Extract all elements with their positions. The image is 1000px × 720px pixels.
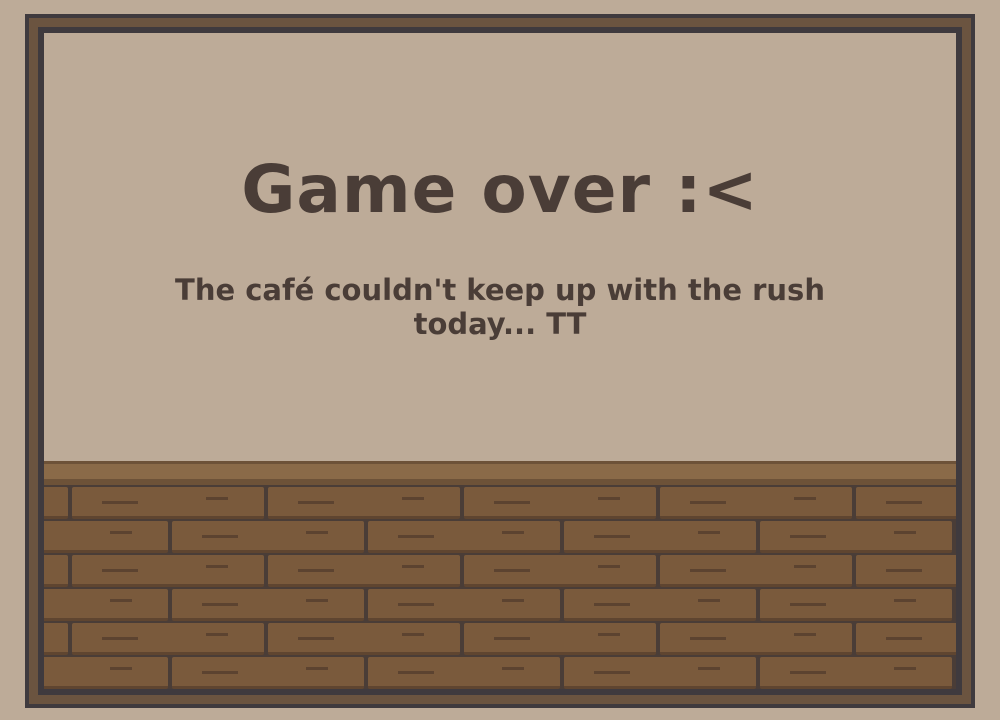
floor-plank — [368, 657, 560, 689]
floor-plank — [660, 555, 852, 587]
floor-plank — [72, 487, 264, 519]
wood-grain — [690, 501, 726, 504]
wood-grain — [598, 497, 620, 500]
floor-plank — [44, 657, 168, 689]
floor-plank — [268, 555, 460, 587]
wood-grain — [790, 671, 826, 674]
wood-grain — [894, 599, 916, 602]
floor-plank — [564, 657, 756, 689]
wood-grain — [886, 569, 922, 572]
wood-grain — [494, 501, 530, 504]
wood-grain — [494, 637, 530, 640]
cafe-room: Game over :< The café couldn't keep up w… — [44, 33, 956, 689]
wood-grain — [502, 667, 524, 670]
wood-grain — [598, 565, 620, 568]
floor-plank — [368, 589, 560, 621]
wood-grain — [202, 535, 238, 538]
floor-plank — [856, 623, 956, 655]
floor-plank — [72, 555, 264, 587]
floor-plank — [44, 555, 68, 587]
floor-plank — [172, 589, 364, 621]
wood-grain — [794, 497, 816, 500]
wood-grain — [110, 531, 132, 534]
floor-plank — [464, 555, 656, 587]
floor-plank — [44, 589, 168, 621]
game-screen: Game over :< The café couldn't keep up w… — [0, 0, 1000, 720]
wood-grain — [202, 671, 238, 674]
wood-grain — [298, 569, 334, 572]
wall-baseboard — [44, 461, 956, 485]
wood-grain — [110, 667, 132, 670]
cafe-wall — [44, 33, 956, 461]
wood-grain — [598, 633, 620, 636]
floor-plank — [660, 623, 852, 655]
wooden-floor — [44, 485, 956, 689]
wood-grain — [102, 637, 138, 640]
wood-grain — [698, 667, 720, 670]
wood-grain — [698, 531, 720, 534]
wood-grain — [102, 501, 138, 504]
wood-grain — [690, 569, 726, 572]
wood-grain — [110, 599, 132, 602]
floor-plank — [44, 521, 168, 553]
wood-grain — [698, 599, 720, 602]
wood-grain — [398, 603, 434, 606]
wood-grain — [894, 667, 916, 670]
floor-plank — [268, 487, 460, 519]
wood-grain — [398, 535, 434, 538]
floor-plank — [760, 521, 952, 553]
floor-plank — [564, 521, 756, 553]
wood-grain — [298, 637, 334, 640]
wood-grain — [402, 497, 424, 500]
game-over-title: Game over :< — [241, 151, 759, 228]
wood-grain — [790, 535, 826, 538]
wood-grain — [886, 501, 922, 504]
wood-grain — [594, 603, 630, 606]
floor-plank — [44, 487, 68, 519]
wood-grain — [402, 565, 424, 568]
wood-grain — [306, 667, 328, 670]
floor-plank — [760, 657, 952, 689]
floor-plank — [464, 623, 656, 655]
wood-grain — [502, 531, 524, 534]
wood-grain — [398, 671, 434, 674]
wood-grain — [594, 535, 630, 538]
wood-grain — [794, 565, 816, 568]
wood-grain — [594, 671, 630, 674]
floor-plank — [760, 589, 952, 621]
wood-grain — [690, 637, 726, 640]
wood-grain — [298, 501, 334, 504]
wood-grain — [886, 637, 922, 640]
floor-plank — [856, 555, 956, 587]
wood-grain — [206, 497, 228, 500]
game-over-message: The café couldn't keep up with the rush … — [175, 273, 825, 341]
wood-grain — [206, 633, 228, 636]
floor-plank — [72, 623, 264, 655]
floor-plank — [172, 657, 364, 689]
wood-grain — [790, 603, 826, 606]
wood-grain — [102, 569, 138, 572]
wood-grain — [794, 633, 816, 636]
wood-grain — [402, 633, 424, 636]
wood-grain — [502, 599, 524, 602]
floor-plank — [44, 623, 68, 655]
floor-plank — [368, 521, 560, 553]
floor-plank — [660, 487, 852, 519]
wood-grain — [306, 599, 328, 602]
wood-grain — [206, 565, 228, 568]
floor-plank — [564, 589, 756, 621]
floor-plank — [172, 521, 364, 553]
floor-plank — [268, 623, 460, 655]
wood-grain — [202, 603, 238, 606]
wood-grain — [494, 569, 530, 572]
wood-grain — [306, 531, 328, 534]
wood-grain — [894, 531, 916, 534]
floor-plank — [464, 487, 656, 519]
floor-plank — [856, 487, 956, 519]
